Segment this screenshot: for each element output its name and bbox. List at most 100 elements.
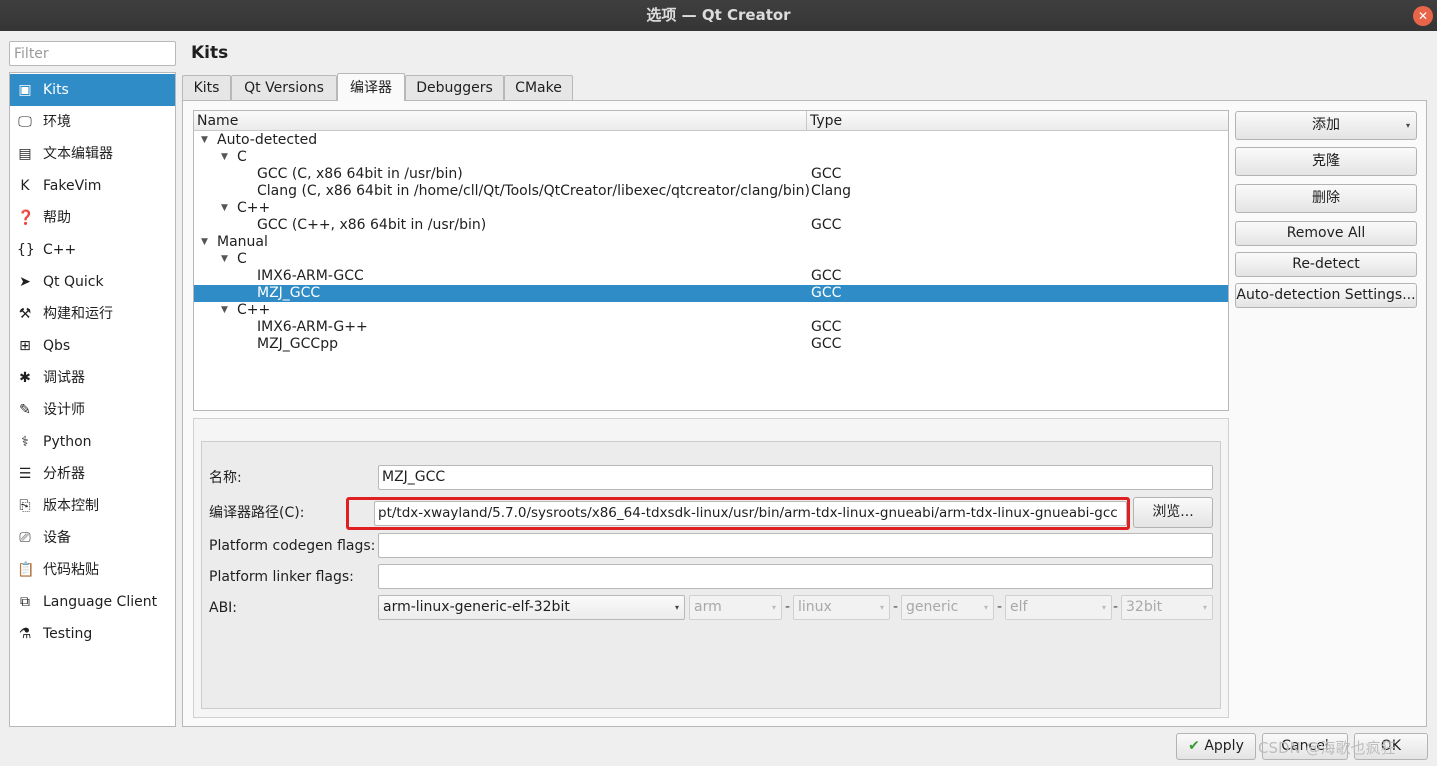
- sidebar-item-qbs[interactable]: ⊞ Qbs: [10, 330, 175, 362]
- tree-header: Name Type: [194, 111, 1228, 131]
- name-input[interactable]: MZJ_GCC: [378, 465, 1213, 490]
- tab-label: CMake: [515, 80, 562, 96]
- close-icon[interactable]: ✕: [1413, 6, 1433, 26]
- expand-arrow-icon[interactable]: ▼: [221, 200, 228, 217]
- remove-all-button[interactable]: Remove All: [1235, 221, 1417, 246]
- tree-row-type: Clang: [811, 183, 852, 199]
- name-label: 名称:: [209, 470, 242, 486]
- sidebar-item-构建和运行[interactable]: ⚒ 构建和运行: [10, 298, 175, 330]
- sidebar-item-label: 调试器: [43, 370, 85, 386]
- sidebar-item-label: Language Client: [43, 594, 158, 610]
- tree-group-row[interactable]: ▼ C: [194, 251, 1228, 268]
- tree-group-row[interactable]: ▼ C: [194, 149, 1228, 166]
- auto-detection-settings-button[interactable]: Auto-detection Settings...: [1235, 283, 1417, 308]
- sidebar-item-fakevim[interactable]: K FakeVim: [10, 170, 175, 202]
- abi-arch-value: arm: [694, 599, 722, 615]
- options-sidebar: ▣ Kits 🖵 环境 ▤ 文本编辑器 K FakeVim ❓ 帮助 {} C++ ➤ Qt Quick ⚒…: [9, 72, 176, 727]
- tab-cmake[interactable]: CMake: [504, 75, 573, 100]
- linker-flags-input[interactable]: [378, 564, 1213, 589]
- chevron-down-icon: ▾: [983, 603, 988, 612]
- tree-row-name: MZJ_GCC: [257, 285, 321, 301]
- expand-arrow-icon[interactable]: ▼: [221, 251, 228, 268]
- tree-row[interactable]: IMX6-ARM-G++ GCC: [194, 319, 1228, 336]
- expand-arrow-icon[interactable]: ▼: [201, 234, 208, 251]
- add-button[interactable]: 添加 ▾: [1235, 111, 1417, 140]
- tab-label: Qt Versions: [244, 80, 324, 96]
- column-header-type[interactable]: Type: [807, 111, 1228, 131]
- abi-arch-select[interactable]: arm ▾: [689, 595, 782, 620]
- tree-group-row[interactable]: ▼ Manual: [194, 234, 1228, 251]
- tree-row-name: C++: [237, 200, 271, 216]
- tab-label: 编译器: [350, 80, 392, 96]
- tree-row-type: GCC: [811, 166, 842, 182]
- sidebar-item-label: Qt Quick: [43, 274, 104, 290]
- tree-row[interactable]: MZJ_GCC GCC: [194, 285, 1228, 302]
- sidebar-item-环境[interactable]: 🖵 环境: [10, 106, 175, 138]
- remove-button[interactable]: 删除: [1235, 184, 1417, 213]
- tab-kits[interactable]: Kits: [182, 75, 231, 100]
- column-header-name[interactable]: Name: [194, 111, 807, 131]
- abi-width-select[interactable]: 32bit ▾: [1121, 595, 1213, 620]
- sidebar-item-kits[interactable]: ▣ Kits: [10, 74, 175, 106]
- sidebar-item-label: C++: [43, 242, 77, 258]
- window-titlebar: 选项 — Qt Creator: [0, 0, 1437, 31]
- codegen-flags-label: Platform codegen flags:: [209, 538, 376, 554]
- tree-group-row[interactable]: ▼ C++: [194, 302, 1228, 319]
- abi-separator: -: [997, 599, 1003, 615]
- clone-button[interactable]: 克隆: [1235, 147, 1417, 176]
- tree-row[interactable]: MZJ_GCCpp GCC: [194, 336, 1228, 353]
- pen-icon: ✎: [19, 402, 31, 418]
- tree-row[interactable]: GCC (C++, x86 64bit in /usr/bin) GCC: [194, 217, 1228, 234]
- tree-row-name: Clang (C, x86 64bit in /home/cll/Qt/Tool…: [257, 183, 810, 199]
- abi-format-select[interactable]: elf ▾: [1005, 595, 1112, 620]
- abi-select[interactable]: arm-linux-generic-elf-32bit ▾: [378, 595, 685, 620]
- sidebar-item-设备[interactable]: ⎚ 设备: [10, 522, 175, 554]
- sidebar-item-label: Qbs: [43, 338, 71, 354]
- sidebar-item-qt-quick[interactable]: ➤ Qt Quick: [10, 266, 175, 298]
- sidebar-item-调试器[interactable]: ✱ 调试器: [10, 362, 175, 394]
- tab-compilers[interactable]: 编译器: [337, 73, 405, 101]
- sidebar-item-版本控制[interactable]: ⎘ 版本控制: [10, 490, 175, 522]
- tree-row-name: IMX6-ARM-GCC: [257, 268, 364, 284]
- expand-arrow-icon[interactable]: ▼: [201, 132, 208, 149]
- expand-arrow-icon[interactable]: ▼: [221, 149, 228, 166]
- tree-row-name: MZJ_GCCpp: [257, 336, 338, 352]
- tree-row-name: C: [237, 149, 247, 165]
- abi-flavor-select[interactable]: generic ▾: [901, 595, 994, 620]
- analyzer-icon: ☰: [18, 466, 32, 482]
- expand-arrow-icon[interactable]: ▼: [221, 302, 228, 319]
- chevron-down-icon: ▾: [879, 603, 884, 612]
- sidebar-item-label: Testing: [43, 626, 93, 642]
- sidebar-item-label: 分析器: [43, 466, 85, 482]
- tab-qt-versions[interactable]: Qt Versions: [231, 75, 337, 100]
- redetect-button[interactable]: Re-detect: [1235, 252, 1417, 277]
- sidebar-item-帮助[interactable]: ❓ 帮助: [10, 202, 175, 234]
- abi-os-select[interactable]: linux ▾: [793, 595, 890, 620]
- tree-rows: ▼ Auto-detected ▼ C GCC (C, x86 64bit in /us…: [194, 132, 1228, 410]
- tab-debuggers[interactable]: Debuggers: [405, 75, 504, 100]
- sidebar-item-设计师[interactable]: ✎ 设计师: [10, 394, 175, 426]
- sidebar-item-代码粘贴[interactable]: 📋 代码粘贴: [10, 554, 175, 586]
- compiler-tree[interactable]: Name Type ▼ Auto-detected ▼ C GCC (C, x86 64…: [193, 110, 1229, 411]
- sidebar-item-language-client[interactable]: ⧉ Language Client: [10, 586, 175, 618]
- tree-row[interactable]: IMX6-ARM-GCC GCC: [194, 268, 1228, 285]
- sidebar-item-文本编辑器[interactable]: ▤ 文本编辑器: [10, 138, 175, 170]
- tree-row-name: Manual: [217, 234, 268, 250]
- sidebar-item-label: 版本控制: [43, 498, 99, 514]
- sidebar-item-python[interactable]: ⚕ Python: [10, 426, 175, 458]
- tree-row[interactable]: Clang (C, x86 64bit in /home/cll/Qt/Tool…: [194, 183, 1228, 200]
- browse-button[interactable]: 浏览...: [1133, 497, 1213, 528]
- codegen-flags-input[interactable]: [378, 533, 1213, 558]
- tree-group-row[interactable]: ▼ Auto-detected: [194, 132, 1228, 149]
- sidebar-item-c-[interactable]: {} C++: [10, 234, 175, 266]
- filter-input[interactable]: [9, 41, 176, 66]
- tree-row-name: GCC (C++, x86 64bit in /usr/bin): [257, 217, 487, 233]
- tree-group-row[interactable]: ▼ C++: [194, 200, 1228, 217]
- watermark: CSDN @海歌也疯狂: [1258, 739, 1396, 757]
- text-editor-icon: ▤: [18, 146, 32, 162]
- sidebar-item-分析器[interactable]: ☰ 分析器: [10, 458, 175, 490]
- chevron-down-icon: ▾: [771, 603, 776, 612]
- apply-button[interactable]: ✔ Apply: [1176, 733, 1256, 760]
- sidebar-item-testing[interactable]: ⚗ Testing: [10, 618, 175, 650]
- tree-row[interactable]: GCC (C, x86 64bit in /usr/bin) GCC: [194, 166, 1228, 183]
